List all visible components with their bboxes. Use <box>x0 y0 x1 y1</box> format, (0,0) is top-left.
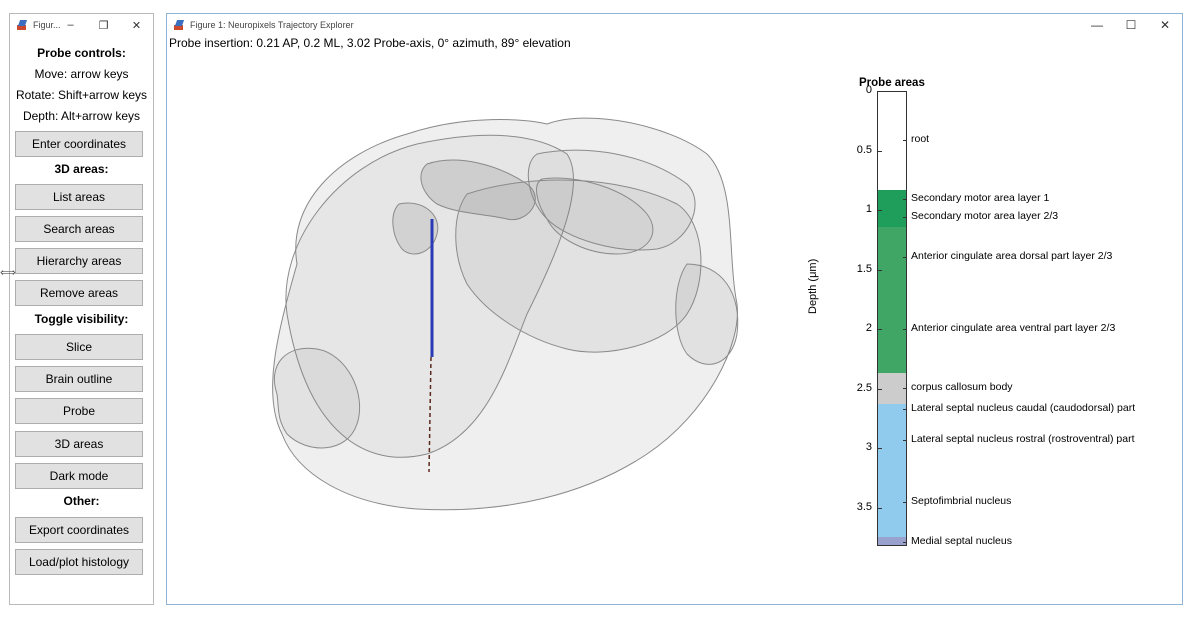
export-coordinates-button[interactable]: Export coordinates <box>15 517 143 543</box>
slice-toggle-button[interactable]: Slice <box>15 334 143 360</box>
area-label: Secondary motor area layer 2/3 <box>911 210 1059 223</box>
area-label-tick <box>903 329 907 331</box>
other-heading: Other: <box>63 494 100 508</box>
remove-areas-button[interactable]: Remove areas <box>15 280 143 306</box>
probe-controls-heading: Probe controls: <box>37 46 126 60</box>
brain-3d-view[interactable] <box>167 14 1182 604</box>
resize-cursor-icon: ⟺ <box>0 267 16 279</box>
depth-tick-label: 3.5 <box>856 500 872 513</box>
toggle-visibility-heading: Toggle visibility: <box>34 312 129 326</box>
area-segment <box>878 226 906 374</box>
area-label-tick <box>903 387 907 389</box>
rotate-hint: Rotate: Shift+arrow keys <box>15 88 148 102</box>
probe-toggle-button[interactable]: Probe <box>15 398 143 424</box>
depth-tick-label: 0.5 <box>856 143 872 156</box>
area-segment <box>878 373 906 405</box>
depth-tick-mark <box>878 329 882 331</box>
area-segment <box>878 537 906 545</box>
area-segment <box>878 92 906 190</box>
area-label: root <box>911 132 930 145</box>
depth-tick-label: 0 <box>865 84 872 96</box>
depth-tick-mark <box>878 269 882 271</box>
brain-outline-toggle-button[interactable]: Brain outline <box>15 366 143 392</box>
figure-window: Figure 1: Neuropixels Trajectory Explore… <box>166 13 1183 605</box>
depth-tick-mark <box>878 210 882 212</box>
hierarchy-areas-button[interactable]: Hierarchy areas <box>15 248 143 274</box>
3d-areas-toggle-button[interactable]: 3D areas <box>15 431 143 457</box>
close-button[interactable]: ✕ <box>120 14 153 36</box>
controls-window: Figur... – ❐ ✕ Probe controls: Move: arr… <box>9 13 154 605</box>
load-histology-button[interactable]: Load/plot histology <box>15 549 143 575</box>
dark-mode-toggle-button[interactable]: Dark mode <box>15 463 143 489</box>
depth-tick-mark <box>878 150 882 152</box>
area-label: Anterior cingulate area dorsal part laye… <box>911 249 1113 262</box>
area-label: Lateral septal nucleus rostral (rostrove… <box>911 432 1135 445</box>
depth-tick-mark <box>878 448 882 450</box>
area-label: Secondary motor area layer 1 <box>911 192 1050 205</box>
area-segment <box>878 189 906 227</box>
area-label-tick <box>903 256 907 258</box>
probe-areas-column[interactable] <box>877 91 907 546</box>
3d-areas-heading: 3D areas: <box>54 162 109 176</box>
depth-tick-label: 3 <box>865 441 872 454</box>
depth-tick-mark <box>878 507 882 509</box>
area-label: Medial septal nucleus <box>911 535 1012 548</box>
area-label: Lateral septal nucleus caudal (caudodors… <box>911 402 1136 415</box>
area-label-tick <box>903 199 907 201</box>
area-label-tick <box>903 139 907 141</box>
depth-tick-label: 2.5 <box>856 381 872 394</box>
area-label-tick <box>903 501 907 503</box>
controls-titlebar[interactable]: Figur... – ❐ ✕ <box>10 14 153 36</box>
area-label-tick <box>903 542 907 544</box>
depth-axis-label: Depth (μm) <box>807 258 819 314</box>
list-areas-button[interactable]: List areas <box>15 184 143 210</box>
depth-tick-label: 1 <box>865 203 872 216</box>
area-label: corpus callosum body <box>911 380 1013 393</box>
depth-tick-label: 2 <box>865 322 872 335</box>
depth-hint: Depth: Alt+arrow keys <box>22 109 141 123</box>
depth-tick-mark <box>878 388 882 390</box>
search-areas-button[interactable]: Search areas <box>15 216 143 242</box>
move-hint: Move: arrow keys <box>34 67 129 81</box>
depth-tick-mark <box>878 91 882 92</box>
minimize-button[interactable]: – <box>54 14 87 36</box>
maximize-button[interactable]: ❐ <box>87 14 120 36</box>
enter-coordinates-button[interactable]: Enter coordinates <box>15 131 143 157</box>
area-label-tick <box>903 409 907 411</box>
area-segment <box>878 404 906 538</box>
area-label-tick <box>903 439 907 441</box>
area-label: Anterior cingulate area ventral part lay… <box>911 322 1116 335</box>
matlab-icon <box>16 19 28 31</box>
depth-tick-label: 1.5 <box>856 262 872 275</box>
area-label: Septofimbrial nucleus <box>911 494 1012 507</box>
area-label-tick <box>903 217 907 219</box>
